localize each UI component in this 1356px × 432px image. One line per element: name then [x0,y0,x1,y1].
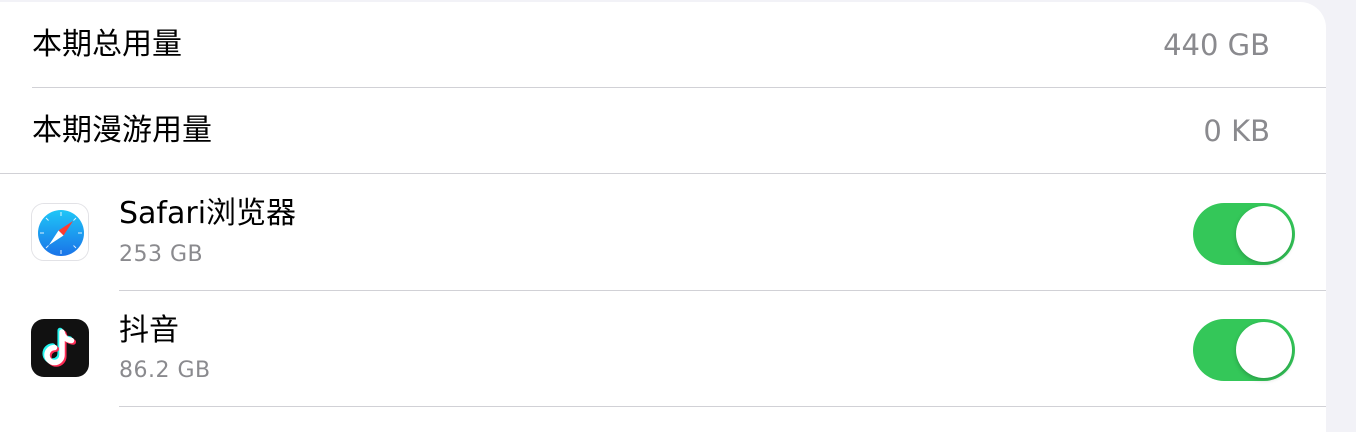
separator [119,406,1326,407]
total-usage-value: 440 GB [1163,28,1270,62]
app-row-safari: Safari浏览器 253 GB [0,174,1326,290]
roaming-usage-label: 本期漫游用量 [32,113,212,148]
douyin-cellular-toggle[interactable] [1193,319,1295,381]
tiktok-note-icon [31,319,89,377]
safari-compass-icon [31,203,89,261]
app-name-safari: Safari浏览器 [119,196,297,231]
cellular-usage-card: 本期总用量 440 GB 本期漫游用量 0 KB Safari浏览器 253 G… [0,2,1326,432]
total-usage-label: 本期总用量 [32,27,182,62]
app-row-douyin: 抖音 86.2 GB [0,291,1326,407]
app-usage-douyin: 86.2 GB [119,358,211,383]
app-name-douyin: 抖音 [119,313,179,348]
roaming-usage-value: 0 KB [1203,114,1270,148]
app-usage-safari: 253 GB [119,242,204,267]
toggle-knob [1236,322,1292,378]
safari-cellular-toggle[interactable] [1193,203,1295,265]
roaming-usage-row: 本期漫游用量 0 KB [0,88,1326,174]
total-usage-row: 本期总用量 440 GB [0,2,1326,88]
toggle-knob [1236,206,1292,262]
